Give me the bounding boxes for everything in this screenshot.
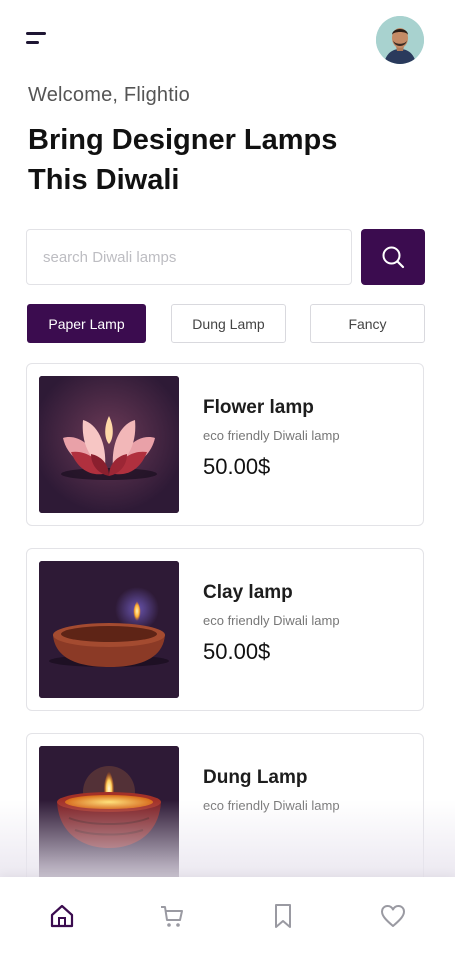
heart-icon[interactable] (380, 903, 406, 929)
product-price: 50.00$ (203, 639, 271, 664)
search-input[interactable] (26, 229, 352, 285)
product-price: 50.00$ (203, 454, 271, 479)
product-card[interactable]: Flower lamp eco friendly Diwali lamp 50.… (26, 363, 424, 526)
product-card[interactable]: Clay lamp eco friendly Diwali lamp 50.00… (26, 548, 424, 711)
product-title: Clay lamp (203, 582, 293, 603)
avatar[interactable] (376, 16, 424, 64)
menu-bar (26, 32, 46, 35)
category-chip-dung-lamp[interactable]: Dung Lamp (171, 304, 286, 343)
bookmark-icon[interactable] (270, 903, 296, 929)
menu-icon[interactable] (26, 32, 48, 48)
search-icon (382, 246, 405, 269)
product-image (39, 561, 179, 698)
menu-bar (26, 41, 39, 44)
page-title: Bring Designer Lamps This Diwali (28, 120, 428, 200)
welcome-text: Welcome, Flightio (28, 84, 190, 106)
product-image (39, 746, 179, 883)
product-title: Flower lamp (203, 397, 314, 418)
cart-icon[interactable] (159, 903, 185, 929)
bottom-nav (0, 877, 455, 958)
product-image (39, 376, 179, 513)
search-button[interactable] (361, 229, 425, 285)
category-chip-fancy[interactable]: Fancy (310, 304, 425, 343)
product-title: Dung Lamp (203, 767, 308, 788)
page-title-line: This Diwali (28, 164, 180, 196)
category-chip-paper-lamp[interactable]: Paper Lamp (27, 304, 146, 343)
product-subtitle: eco friendly Diwali lamp (203, 798, 340, 813)
home-icon[interactable] (49, 903, 75, 929)
product-subtitle: eco friendly Diwali lamp (203, 613, 340, 628)
product-subtitle: eco friendly Diwali lamp (203, 428, 340, 443)
page-title-line: Bring Designer Lamps (28, 124, 338, 156)
